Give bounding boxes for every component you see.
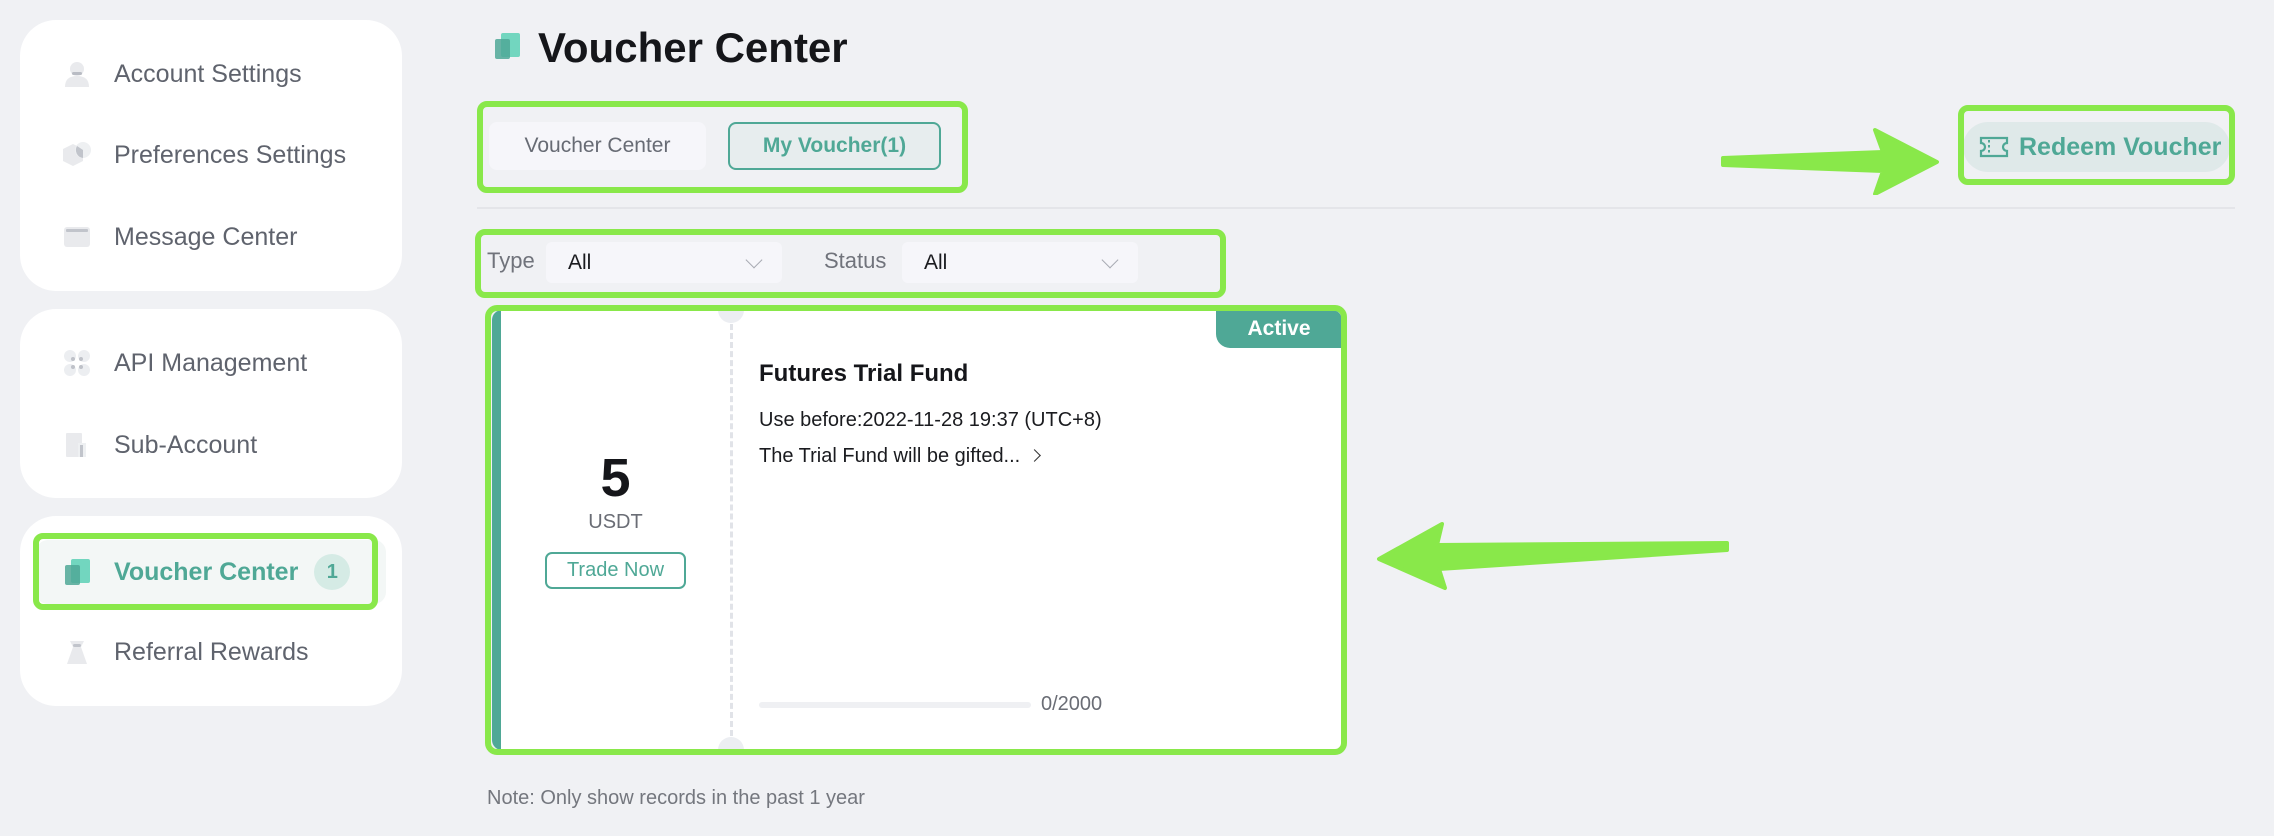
chevron-down-icon xyxy=(745,251,763,269)
voucher-progress-bar xyxy=(759,702,1031,708)
referral-icon xyxy=(62,637,92,667)
chevron-right-icon xyxy=(1028,449,1042,462)
voucher-card: 5 USDT Trade Now Active Futures Trial Fu… xyxy=(492,310,1342,750)
voucher-count-badge: 1 xyxy=(314,554,351,590)
type-filter-value: All xyxy=(568,250,592,274)
annotation-arrow-right xyxy=(1721,128,1939,195)
status-filter-select[interactable]: All xyxy=(902,242,1138,283)
sidebar-item-api-management[interactable]: API Management xyxy=(20,331,402,395)
sidebar-item-label: Message Center xyxy=(114,222,298,251)
page-title: Voucher Center xyxy=(538,24,848,71)
page-header: Voucher Center xyxy=(492,24,848,72)
tab-voucher-center[interactable]: Voucher Center xyxy=(489,122,706,170)
voucher-icon xyxy=(492,31,522,66)
sidebar-item-label: Account Settings xyxy=(114,59,302,88)
sidebar-item-label: Sub-Account xyxy=(114,430,258,459)
trade-now-button[interactable]: Trade Now xyxy=(544,552,687,589)
sidebar-group-api: API Management Sub-Account xyxy=(20,309,402,498)
header-divider xyxy=(477,207,2235,209)
records-note: Note: Only show records in the past 1 ye… xyxy=(487,787,865,809)
sidebar-item-label: Referral Rewards xyxy=(114,637,309,666)
sidebar-item-preferences-settings[interactable]: Preferences Settings xyxy=(20,123,402,187)
tab-my-voucher[interactable]: My Voucher(1) xyxy=(728,122,941,170)
api-icon xyxy=(62,348,92,378)
chevron-down-icon xyxy=(1101,251,1119,269)
sidebar-group-account: Account Settings Preferences Settings Me… xyxy=(20,20,402,291)
sub-account-icon xyxy=(62,430,92,460)
status-badge: Active xyxy=(1216,310,1342,348)
voucher-expiry: Use before:2022-11-28 19:37 (UTC+8) xyxy=(759,409,1102,431)
sidebar-item-message-center[interactable]: Message Center xyxy=(20,205,402,269)
redeem-voucher-button[interactable]: Redeem Voucher xyxy=(1963,122,2230,172)
sidebar-item-label: Preferences Settings xyxy=(114,140,347,169)
voucher-title: Futures Trial Fund xyxy=(759,360,969,387)
voucher-description-link[interactable]: The Trial Fund will be gifted... xyxy=(759,445,1042,468)
redeem-voucher-label: Redeem Voucher xyxy=(2019,132,2222,161)
voucher-description: The Trial Fund will be gifted... xyxy=(759,445,1021,467)
voucher-icon xyxy=(62,557,92,587)
sidebar-item-label: Voucher Center xyxy=(114,557,299,586)
voucher-amount: 5 xyxy=(600,448,631,508)
ticket-divider xyxy=(730,324,733,736)
voucher-unit: USDT xyxy=(588,511,643,533)
voucher-progress-text: 0/2000 xyxy=(1041,693,1103,715)
status-filter-value: All xyxy=(924,250,948,274)
sidebar-item-account-settings[interactable]: Account Settings xyxy=(20,42,402,106)
sidebar-item-referral-rewards[interactable]: Referral Rewards xyxy=(20,620,402,684)
sidebar-group-rewards: Voucher Center 1 Referral Rewards xyxy=(20,516,402,706)
sidebar-item-sub-account[interactable]: Sub-Account xyxy=(20,413,402,477)
ticket-icon xyxy=(1979,136,2009,158)
type-filter-label: Type xyxy=(487,248,535,273)
sidebar-item-label: API Management xyxy=(114,348,308,377)
ticket-notch-bottom xyxy=(718,737,744,750)
message-icon xyxy=(62,222,92,252)
voucher-accent-strip xyxy=(492,310,501,750)
sidebar-item-voucher-center[interactable]: Voucher Center 1 xyxy=(36,540,386,604)
user-icon xyxy=(62,59,92,89)
annotation-arrow-left xyxy=(1377,522,1729,590)
voucher-amount-panel: 5 USDT Trade Now xyxy=(501,310,730,750)
status-filter-label: Status xyxy=(824,248,887,273)
type-filter-select[interactable]: All xyxy=(546,242,782,283)
preferences-icon xyxy=(62,140,92,170)
